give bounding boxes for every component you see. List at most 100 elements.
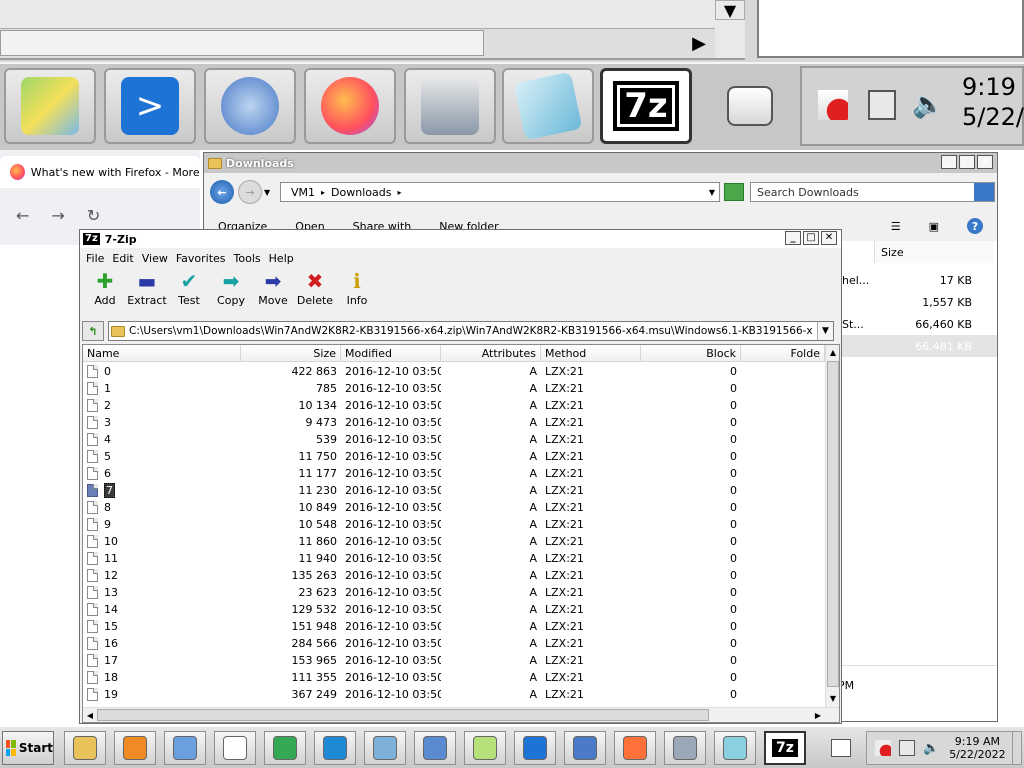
- taskbar-notepad-button[interactable]: [714, 731, 756, 765]
- table-row[interactable]: 2 10 134 2016-12-10 03:50 A LZX:21 0: [83, 397, 825, 414]
- horizontal-scrollbar[interactable]: ◀ ▶: [83, 707, 839, 722]
- menu-favorites[interactable]: Favorites: [174, 252, 232, 265]
- close-button[interactable]: ✕: [977, 155, 993, 169]
- back-icon[interactable]: ←: [210, 180, 234, 204]
- file-row[interactable]: 1,557 KB: [834, 291, 997, 313]
- move-button[interactable]: ➡ Move: [252, 270, 294, 318]
- firefox-tab[interactable]: What's new with Firefox - More pr: [0, 156, 200, 188]
- column-folder[interactable]: Folde: [741, 345, 825, 361]
- table-row[interactable]: 4 539 2016-12-10 03:50 A LZX:21 0: [83, 431, 825, 448]
- file-row[interactable]: St... 66,460 KB: [834, 313, 997, 335]
- copy-button[interactable]: ➡ Copy: [210, 270, 252, 318]
- taskbar-explorer-button[interactable]: [64, 731, 106, 765]
- extract-button[interactable]: ▬ Extract: [126, 270, 168, 318]
- table-row[interactable]: 7 11 230 2016-12-10 03:50 A LZX:21 0: [83, 482, 825, 499]
- forward-icon[interactable]: →: [51, 206, 64, 225]
- breadcrumb-item[interactable]: VM1: [291, 186, 315, 199]
- test-button[interactable]: ✔ Test: [168, 270, 210, 318]
- table-row[interactable]: 6 11 177 2016-12-10 03:50 A LZX:21 0: [83, 465, 825, 482]
- table-row[interactable]: 0 422 863 2016-12-10 03:50 A LZX:21 0: [83, 363, 825, 380]
- menu-help[interactable]: Help: [267, 252, 300, 265]
- forward-icon[interactable]: →: [238, 180, 262, 204]
- reload-icon[interactable]: ↻: [87, 206, 100, 225]
- delete-button[interactable]: ✖ Delete: [294, 270, 336, 318]
- scroll-thumb[interactable]: [827, 361, 839, 687]
- menu-view[interactable]: View: [140, 252, 174, 265]
- breadcrumb-item[interactable]: Downloads: [331, 186, 391, 199]
- up-folder-button[interactable]: ↰: [82, 321, 104, 341]
- table-row[interactable]: 14 129 532 2016-12-10 03:50 A LZX:21 0: [83, 601, 825, 618]
- column-attributes[interactable]: Attributes: [441, 345, 541, 361]
- taskbar-7zip-button[interactable]: 7z: [764, 731, 806, 765]
- scroll-down-icon[interactable]: ▼: [826, 691, 839, 705]
- taskbar-installer-button[interactable]: [664, 731, 706, 765]
- start-button[interactable]: Start: [2, 731, 54, 765]
- info-button[interactable]: ℹ Info: [336, 270, 378, 318]
- chevron-right-icon[interactable]: ▸: [321, 188, 325, 197]
- history-dropdown-icon[interactable]: ▼: [264, 188, 270, 197]
- chevron-down-icon[interactable]: ▼: [709, 188, 715, 197]
- show-desktop-button[interactable]: [1012, 731, 1022, 765]
- table-row[interactable]: 1 785 2016-12-10 03:50 A LZX:21 0: [83, 380, 825, 397]
- table-row[interactable]: 17 153 965 2016-12-10 03:50 A LZX:21 0: [83, 652, 825, 669]
- table-row[interactable]: 10 11 860 2016-12-10 03:50 A LZX:21 0: [83, 533, 825, 550]
- taskbar-ie-button[interactable]: [314, 731, 356, 765]
- maximize-button[interactable]: □: [959, 155, 975, 169]
- scroll-up-icon[interactable]: ▲: [826, 345, 839, 359]
- taskbar-network-button[interactable]: [414, 731, 456, 765]
- taskbar-magnifier-button[interactable]: [564, 731, 606, 765]
- table-row[interactable]: 13 23 623 2016-12-10 03:50 A LZX:21 0: [83, 584, 825, 601]
- column-block[interactable]: Block: [641, 345, 741, 361]
- minimize-button[interactable]: _: [785, 231, 801, 245]
- table-row[interactable]: 5 11 750 2016-12-10 03:50 A LZX:21 0: [83, 448, 825, 465]
- maximize-button[interactable]: □: [803, 231, 819, 245]
- size-column-header[interactable]: Size: [874, 241, 994, 263]
- taskbar-paint-button[interactable]: [164, 731, 206, 765]
- table-row[interactable]: 9 10 548 2016-12-10 03:50 A LZX:21 0: [83, 516, 825, 533]
- path-combobox[interactable]: C:\Users\vm1\Downloads\Win7AndW2K8R2-KB3…: [108, 321, 834, 341]
- table-row[interactable]: 11 11 940 2016-12-10 03:50 A LZX:21 0: [83, 550, 825, 567]
- table-row[interactable]: 18 111 355 2016-12-10 03:50 A LZX:21 0: [83, 669, 825, 686]
- file-row[interactable]: hel... 17 KB: [834, 269, 997, 291]
- taskbar-media-player-button[interactable]: [114, 731, 156, 765]
- explorer-breadcrumb[interactable]: VM1 ▸ Downloads ▸ ▼: [280, 182, 720, 202]
- taskbar-sticky-notes-button[interactable]: [464, 731, 506, 765]
- table-row[interactable]: 3 9 473 2016-12-10 03:50 A LZX:21 0: [83, 414, 825, 431]
- minimize-button[interactable]: _: [941, 155, 957, 169]
- chevron-right-icon[interactable]: ▸: [397, 188, 401, 197]
- table-row[interactable]: 12 135 263 2016-12-10 03:50 A LZX:21 0: [83, 567, 825, 584]
- column-size[interactable]: Size: [241, 345, 341, 361]
- menu-edit[interactable]: Edit: [110, 252, 139, 265]
- table-row[interactable]: 19 367 249 2016-12-10 03:50 A LZX:21 0: [83, 686, 825, 703]
- taskbar-powershell-button[interactable]: [514, 731, 556, 765]
- refresh-icon[interactable]: [724, 183, 744, 201]
- vertical-scrollbar[interactable]: ▲ ▼: [825, 345, 839, 707]
- column-name[interactable]: Name: [83, 345, 241, 361]
- taskbar-firefox-button[interactable]: [614, 731, 656, 765]
- search-input[interactable]: Search Downloads: [750, 182, 995, 202]
- menu-tools[interactable]: Tools: [232, 252, 267, 265]
- file-row[interactable]: 66,481 KB: [834, 335, 997, 357]
- help-icon[interactable]: ?: [967, 218, 983, 234]
- action-center-icon[interactable]: [875, 740, 891, 756]
- clock[interactable]: 9:19 AM 5/22/2022: [949, 735, 1005, 761]
- search-icon[interactable]: [974, 183, 994, 201]
- add-button[interactable]: ✚ Add: [84, 270, 126, 318]
- volume-icon[interactable]: 🔈: [923, 741, 939, 756]
- taskbar-chrome-button[interactable]: [264, 731, 306, 765]
- taskbar-pen-button[interactable]: [820, 731, 862, 765]
- table-row[interactable]: 15 151 948 2016-12-10 03:50 A LZX:21 0: [83, 618, 825, 635]
- scroll-right-icon[interactable]: ▶: [811, 708, 825, 722]
- chevron-down-icon[interactable]: ▼: [817, 322, 833, 340]
- scroll-left-icon[interactable]: ◀: [83, 708, 97, 722]
- column-method[interactable]: Method: [541, 345, 641, 361]
- table-row[interactable]: 8 10 849 2016-12-10 03:50 A LZX:21 0: [83, 499, 825, 516]
- taskbar-solitaire-button[interactable]: [214, 731, 256, 765]
- table-row[interactable]: 16 284 566 2016-12-10 03:50 A LZX:21 0: [83, 635, 825, 652]
- column-modified[interactable]: Modified: [341, 345, 441, 361]
- preview-pane-icon[interactable]: ▣: [929, 220, 939, 233]
- taskbar-document-button[interactable]: [364, 731, 406, 765]
- network-icon[interactable]: [899, 740, 915, 756]
- scroll-thumb[interactable]: [97, 709, 709, 721]
- view-icon[interactable]: ☰: [891, 220, 901, 233]
